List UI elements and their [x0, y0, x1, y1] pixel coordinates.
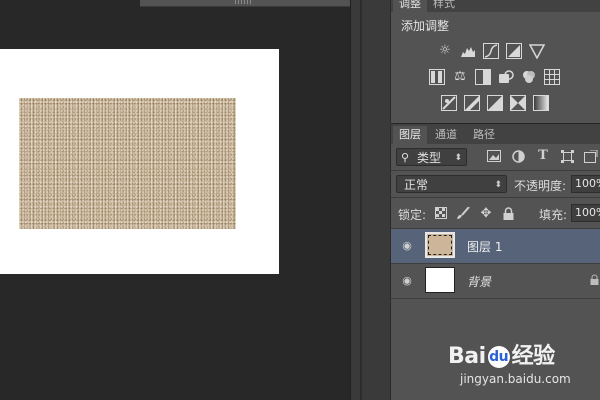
blend-mode-select[interactable]: 正常 ⬍ — [396, 175, 507, 193]
selective-color-icon[interactable] — [510, 95, 526, 111]
filter-pixel-icon[interactable] — [487, 150, 501, 164]
document-tab-strip[interactable] — [140, 0, 350, 7]
channel-mixer-icon[interactable] — [521, 69, 537, 85]
opacity-label: 不透明度: — [514, 179, 567, 193]
layer-name[interactable]: 图层 1 — [467, 238, 502, 255]
layer-name[interactable]: 背景 — [467, 273, 491, 290]
filter-kind-select[interactable]: ⚲ 类型 ⬍ — [396, 148, 467, 166]
watermark-brand-left: Bai — [448, 344, 486, 369]
photo-filter-icon[interactable] — [498, 69, 514, 85]
fill-label: 填充: — [539, 208, 568, 222]
blend-opacity-row: 正常 ⬍ 不透明度: 100% — [391, 171, 600, 197]
panel-dock-strip — [350, 0, 391, 400]
hue-saturation-icon[interactable] — [429, 69, 445, 85]
lock-icon — [590, 274, 599, 288]
visibility-eye-icon[interactable]: ◉ — [400, 274, 414, 288]
drag-grip-icon[interactable] — [235, 0, 251, 4]
search-icon: ⚲ — [401, 151, 410, 164]
filter-type-icon[interactable]: T — [536, 149, 550, 163]
adjustment-icons-row-3 — [441, 95, 556, 111]
spinner-icon: ⬍ — [454, 153, 462, 163]
adjustments-panel: 调整 样式 添加调整 ☼ ⚖ — [390, 0, 600, 123]
opacity-input[interactable]: 100% — [571, 175, 600, 193]
baidu-jingyan-watermark-logo: Bai du 经验 — [448, 338, 555, 370]
filter-smart-object-icon[interactable] — [584, 149, 598, 164]
lock-fill-row: 锁定: ✥ 填充: 100% — [391, 198, 600, 228]
tab-layers[interactable]: 图层 — [393, 126, 427, 144]
filter-kind-value: 类型 — [417, 151, 442, 165]
blend-mode-value: 正常 — [404, 178, 429, 192]
fill-input[interactable]: 100% — [571, 204, 600, 222]
gradient-map-icon[interactable] — [533, 95, 549, 111]
adjustments-tabbar: 调整 样式 — [391, 0, 600, 12]
watermark-brand-right: 经验 — [511, 344, 556, 369]
layer-row-layer-1[interactable]: ◉ 图层 1 — [391, 229, 600, 264]
threshold-icon[interactable] — [487, 95, 503, 111]
adjustment-icons-row-1: ☼ — [437, 43, 552, 60]
invert-icon[interactable] — [441, 95, 457, 111]
layers-tabbar: 图层 通道 路径 — [391, 124, 600, 144]
tab-adjustments[interactable]: 调整 — [393, 0, 427, 12]
lock-all-icon[interactable] — [501, 207, 515, 221]
curves-icon[interactable] — [483, 43, 499, 59]
black-white-icon[interactable] — [475, 69, 491, 85]
filter-shape-icon[interactable] — [560, 150, 574, 164]
paw-logo-icon: du — [487, 346, 510, 368]
layer-row-background[interactable]: ◉ 背景 — [391, 264, 600, 299]
posterize-icon[interactable] — [464, 95, 480, 111]
vibrance-icon[interactable] — [528, 43, 546, 60]
color-lookup-icon[interactable] — [544, 69, 560, 85]
adjustment-icons-row-2: ⚖ — [429, 69, 567, 85]
canvas-workspace[interactable] — [0, 0, 350, 400]
color-balance-icon[interactable]: ⚖ — [452, 69, 468, 85]
filter-adjustment-icon[interactable] — [511, 150, 525, 164]
lock-position-move-icon[interactable]: ✥ — [479, 207, 493, 221]
exposure-icon[interactable] — [506, 43, 522, 59]
document-canvas[interactable] — [0, 49, 279, 274]
tab-channels[interactable]: 通道 — [429, 126, 463, 144]
lock-transparency-icon[interactable] — [434, 207, 448, 221]
brightness-icon[interactable]: ☼ — [437, 43, 453, 59]
sand-texture-layer — [19, 98, 236, 229]
adjustments-title: 添加调整 — [401, 19, 450, 33]
lock-label: 锁定: — [398, 208, 427, 222]
watermark-url: jingyan.baidu.com — [460, 372, 571, 386]
layer-thumbnail[interactable] — [425, 232, 455, 258]
tab-paths[interactable]: 路径 — [467, 126, 501, 144]
spinner-icon: ⬍ — [494, 180, 502, 190]
layer-thumbnail[interactable] — [425, 267, 455, 293]
layer-filter-row: ⚲ 类型 ⬍ T — [391, 144, 600, 170]
levels-icon[interactable] — [460, 43, 476, 59]
lock-pixels-brush-icon[interactable] — [456, 206, 470, 221]
visibility-eye-icon[interactable]: ◉ — [400, 239, 414, 253]
tab-styles[interactable]: 样式 — [427, 0, 461, 12]
